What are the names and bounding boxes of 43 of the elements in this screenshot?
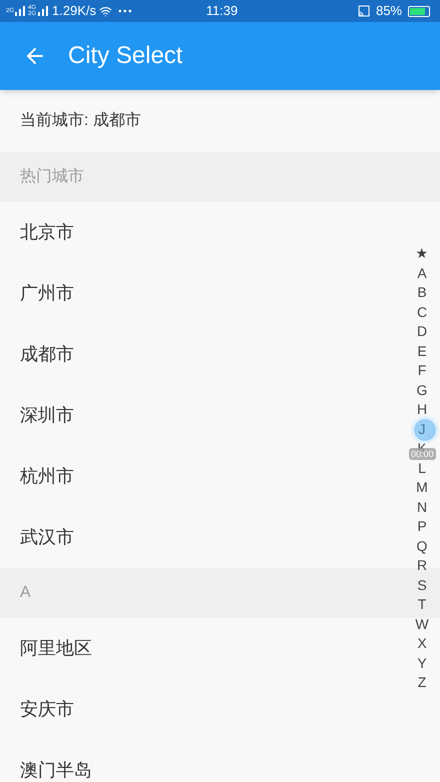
index-letter[interactable]: L	[418, 458, 426, 478]
index-letter[interactable]: P	[417, 517, 427, 536]
city-item[interactable]: 成都市	[20, 341, 74, 368]
clock: 11:39	[206, 2, 238, 20]
screen-recorder-toast[interactable]	[411, 416, 439, 444]
city-item[interactable]: 澳门半岛	[20, 757, 92, 782]
index-letter[interactable]: G	[416, 380, 428, 400]
wifi-icon	[99, 4, 112, 18]
city-item[interactable]: 广州市	[20, 280, 74, 307]
index-letter[interactable]: S	[417, 576, 427, 595]
index-letter[interactable]: M	[416, 478, 428, 498]
index-letter[interactable]: N	[416, 498, 428, 517]
index-letter[interactable]: F	[418, 361, 426, 380]
index-letter[interactable]: Y	[417, 654, 427, 673]
network-speed: 1.29K/s	[52, 2, 96, 20]
index-letter[interactable]: C	[416, 302, 428, 322]
city-item[interactable]: 阿里地区	[20, 635, 92, 662]
city-item[interactable]: 武汉市	[20, 524, 74, 551]
index-letter[interactable]: ★	[416, 244, 428, 264]
more-icon	[118, 9, 132, 13]
city-item[interactable]: 杭州市	[20, 463, 74, 490]
index-letter[interactable]: H	[416, 400, 428, 420]
index-letter[interactable]: Z	[418, 673, 426, 692]
city-item[interactable]: 安庆市	[20, 696, 74, 723]
section-header: 热门城市	[0, 152, 440, 202]
index-letter[interactable]: R	[416, 556, 428, 576]
index-letter[interactable]: Q	[416, 536, 428, 556]
index-letter[interactable]: T	[418, 595, 426, 614]
app-bar-title: City Select	[68, 41, 183, 71]
index-letter[interactable]: D	[416, 322, 428, 342]
index-letter[interactable]: E	[417, 342, 427, 361]
index-letter[interactable]: X	[417, 634, 427, 654]
city-item[interactable]: 深圳市	[20, 402, 74, 429]
cast-icon	[358, 5, 370, 17]
index-letter[interactable]: B	[417, 283, 427, 302]
battery-icon	[408, 6, 430, 16]
signal-icon	[38, 6, 48, 16]
index-letter[interactable]: A	[417, 264, 427, 283]
battery-percent: 85%	[376, 2, 402, 20]
city-item[interactable]: 北京市	[20, 219, 74, 246]
current-city: 当前城市: 成都市	[19, 110, 142, 131]
index-letter[interactable]: W	[415, 614, 429, 634]
signal-icon	[15, 6, 26, 16]
